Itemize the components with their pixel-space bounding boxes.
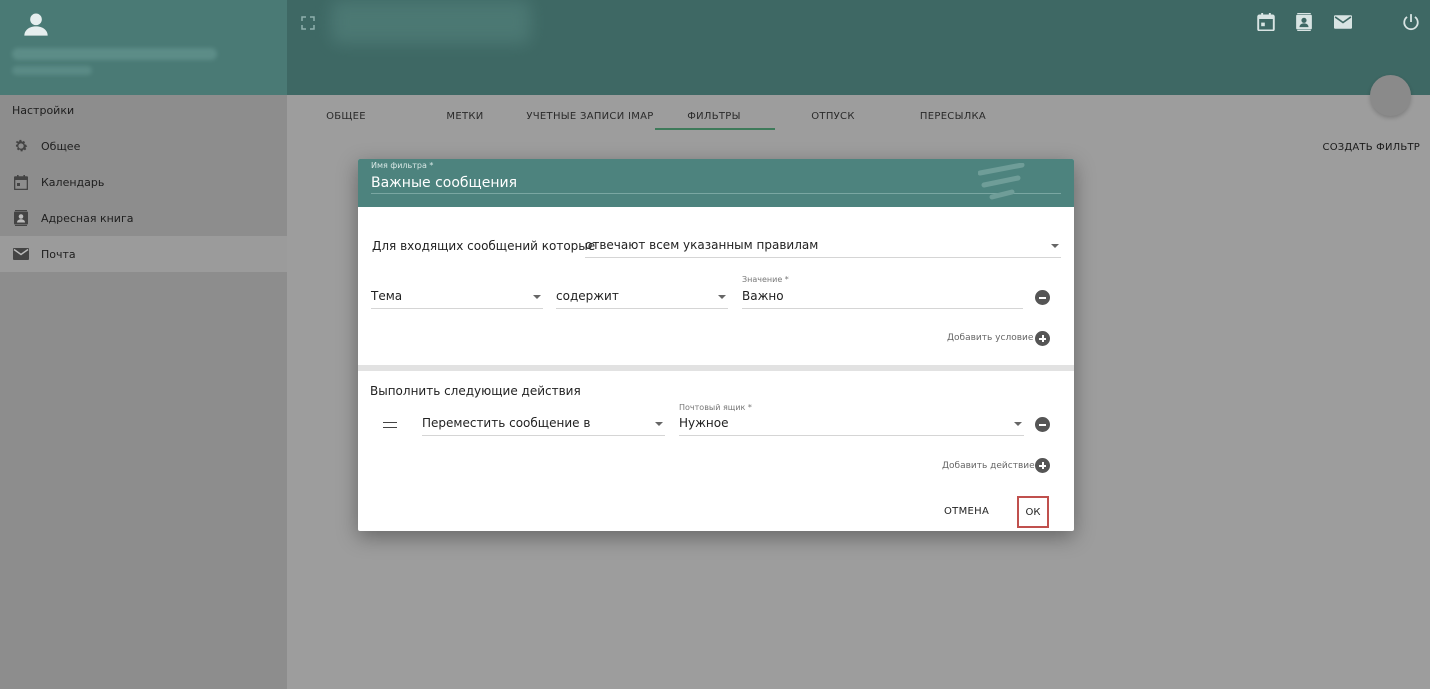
section-divider	[358, 365, 1074, 371]
drag-handle-icon[interactable]	[383, 422, 397, 428]
power-icon[interactable]	[1402, 13, 1420, 31]
condition-operator-value: содержит	[556, 289, 619, 303]
value-label: Значение *	[742, 275, 789, 284]
contacts-icon	[12, 209, 30, 227]
gear-icon	[12, 137, 30, 155]
chevron-down-icon	[718, 295, 726, 299]
filter-icon	[978, 163, 1025, 200]
add-condition-button[interactable]	[1035, 331, 1050, 346]
remove-action-button[interactable]	[1035, 417, 1050, 432]
tab-imap-accounts[interactable]: УЧЕТНЫЕ ЗАПИСИ IMAP	[526, 111, 653, 122]
create-filter-button[interactable]: СОЗДАТЬ ФИЛЬТР	[1323, 142, 1420, 153]
tab-filters[interactable]: ФИЛЬТРЫ	[687, 111, 741, 122]
sidebar-item-calendar[interactable]: Календарь	[0, 164, 287, 200]
mail-icon	[12, 245, 30, 263]
tab-forwarding[interactable]: ПЕРЕСЫЛКА	[920, 111, 986, 122]
logo-blurred	[331, 0, 531, 44]
filter-name-label: Имя фильтра *	[371, 161, 434, 170]
settings-title: Настройки	[12, 104, 75, 117]
match-mode-value: отвечают всем указанным правилам	[585, 238, 819, 252]
condition-value-input[interactable]: Важно	[742, 285, 1023, 309]
user-name-blurred	[12, 48, 217, 60]
add-condition-label[interactable]: Добавить условие	[947, 333, 1033, 343]
action-type-select[interactable]: Переместить сообщение в	[422, 412, 665, 436]
chevron-down-icon	[1014, 422, 1022, 426]
filter-name-underline	[371, 193, 1061, 194]
sidebar-item-address-book[interactable]: Адресная книга	[0, 200, 287, 236]
add-action-button[interactable]	[1035, 458, 1050, 473]
sidebar-item-mail[interactable]: Почта	[0, 236, 287, 272]
user-panel	[0, 0, 287, 95]
sidebar-item-label: Общее	[41, 139, 81, 153]
filter-dialog: Имя фильтра * Важные сообщения Для входя…	[358, 159, 1074, 531]
mailbox-label: Почтовый ящик *	[679, 403, 752, 412]
chevron-down-icon	[655, 422, 663, 426]
contacts-icon[interactable]	[1295, 13, 1313, 31]
sidebar: Настройки Общее Календарь Адресная книга…	[0, 0, 287, 689]
calendar-icon	[12, 173, 30, 191]
condition-field-value: Тема	[371, 289, 403, 303]
action-type-value: Переместить сообщение в	[422, 416, 591, 430]
floating-action-button[interactable]	[1370, 75, 1411, 116]
incoming-label: Для входящих сообщений которые	[372, 239, 596, 253]
user-avatar-icon[interactable]	[22, 10, 50, 38]
dialog-header: Имя фильтра * Важные сообщения	[358, 159, 1074, 207]
ok-button-label: ОК	[1025, 506, 1041, 518]
match-mode-select[interactable]: отвечают всем указанным правилам	[585, 234, 1061, 258]
sidebar-item-general[interactable]: Общее	[0, 128, 287, 164]
fullscreen-icon[interactable]	[301, 16, 315, 30]
chevron-down-icon	[1051, 244, 1059, 248]
mailbox-select[interactable]: Нужное	[679, 412, 1024, 436]
condition-field-select[interactable]: Тема	[371, 285, 543, 309]
sidebar-item-label: Календарь	[41, 175, 105, 189]
tab-general[interactable]: ОБЩЕЕ	[326, 111, 366, 122]
chevron-down-icon	[533, 295, 541, 299]
tab-vacation[interactable]: ОТПУСК	[811, 111, 854, 122]
filter-name-input[interactable]: Важные сообщения	[371, 175, 517, 191]
calendar-icon[interactable]	[1257, 13, 1275, 31]
active-tab-indicator	[655, 128, 775, 130]
condition-operator-select[interactable]: содержит	[556, 285, 728, 309]
mailbox-value: Нужное	[679, 416, 729, 430]
actions-title: Выполнить следующие действия	[370, 384, 581, 398]
ok-button[interactable]: ОК	[1017, 496, 1049, 528]
sidebar-item-label: Адресная книга	[41, 211, 134, 225]
remove-condition-button[interactable]	[1035, 290, 1050, 305]
user-email-blurred	[12, 66, 92, 75]
cancel-button[interactable]: ОТМЕНА	[944, 506, 989, 517]
add-action-label[interactable]: Добавить действие	[942, 461, 1035, 471]
mail-icon[interactable]	[1334, 13, 1352, 31]
sidebar-item-label: Почта	[41, 247, 76, 261]
tab-labels[interactable]: МЕТКИ	[446, 111, 483, 122]
top-bar	[287, 0, 1430, 95]
